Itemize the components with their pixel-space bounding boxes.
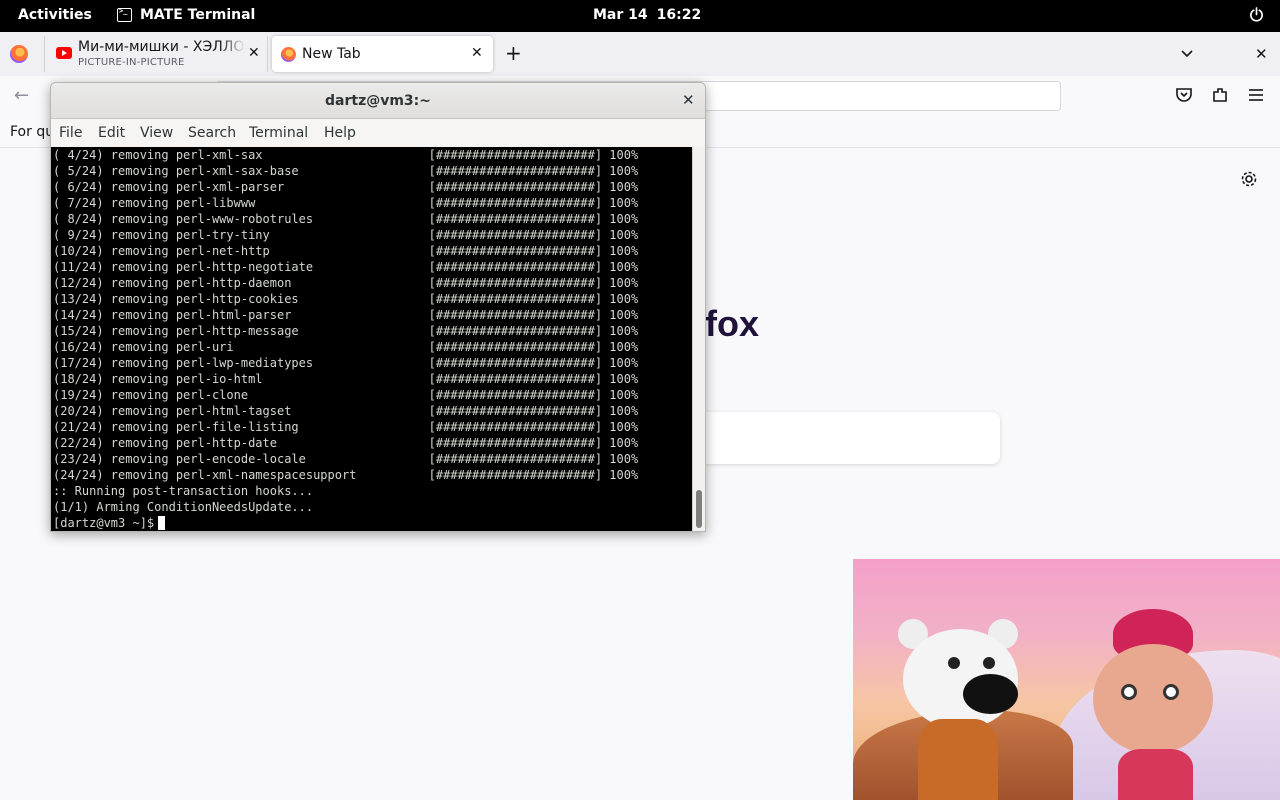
terminal-cursor xyxy=(158,516,166,530)
terminal-line: ( 7/24) removing perl-libwww [##########… xyxy=(53,196,639,210)
tab-new-tab[interactable]: New Tab ✕ xyxy=(272,36,493,72)
tab-close-icon[interactable]: ✕ xyxy=(248,45,260,61)
app-menu-label: MATE Terminal xyxy=(140,7,256,23)
terminal-line: (17/24) removing perl-lwp-mediatypes [##… xyxy=(53,356,639,370)
firefox-view-icon[interactable] xyxy=(10,45,28,63)
terminal-line: (21/24) removing perl-file-listing [####… xyxy=(53,420,639,434)
terminal-line: (24/24) removing perl-xml-namespacesuppo… xyxy=(53,468,639,482)
terminal-line: (10/24) removing perl-net-http [########… xyxy=(53,244,639,258)
pocket-icon[interactable] xyxy=(1175,86,1193,104)
terminal-line: ( 6/24) removing perl-xml-parser [######… xyxy=(53,180,639,194)
menu-search[interactable]: Search xyxy=(188,125,236,141)
terminal-line: (11/24) removing perl-http-negotiate [##… xyxy=(53,260,639,274)
picture-in-picture-video[interactable] xyxy=(853,559,1280,800)
menu-edit[interactable]: Edit xyxy=(98,125,125,141)
terminal-icon xyxy=(117,7,132,22)
browser-tab-bar: Ми-ми-мишки - ХЭЛЛОУ PICTURE-IN-PICTURE … xyxy=(0,32,1280,76)
terminal-line: (15/24) removing perl-http-message [####… xyxy=(53,324,639,338)
window-close-icon[interactable]: ✕ xyxy=(1255,45,1268,63)
new-tab-button[interactable]: + xyxy=(505,43,522,63)
terminal-line: ( 5/24) removing perl-xml-sax-base [####… xyxy=(53,164,639,178)
bookmark-item[interactable]: For qu xyxy=(10,124,54,140)
scrollbar-thumb[interactable] xyxy=(696,490,702,528)
terminal-line: :: Running post-transaction hooks... xyxy=(53,484,314,498)
chevron-down-icon[interactable] xyxy=(1180,46,1194,60)
terminal-line: (12/24) removing perl-http-daemon [#####… xyxy=(53,276,639,290)
terminal-screen[interactable]: ( 4/24) removing perl-xml-sax [#########… xyxy=(51,147,705,531)
terminal-line: (23/24) removing perl-encode-locale [###… xyxy=(53,452,639,466)
youtube-icon xyxy=(56,47,72,59)
terminal-scrollbar[interactable] xyxy=(692,147,705,531)
firefox-wordmark: fox xyxy=(705,303,759,344)
firefox-icon xyxy=(281,47,296,62)
terminal-line: (19/24) removing perl-clone [###########… xyxy=(53,388,639,402)
terminal-line: (14/24) removing perl-html-parser [#####… xyxy=(53,308,639,322)
terminal-title: dartz@vm3:~ xyxy=(325,93,431,109)
activities-button[interactable]: Activities xyxy=(18,7,92,23)
terminal-line: (13/24) removing perl-http-cookies [####… xyxy=(53,292,639,306)
menu-terminal[interactable]: Terminal xyxy=(249,125,308,141)
tab-close-icon[interactable]: ✕ xyxy=(471,45,483,61)
app-menu[interactable]: MATE Terminal xyxy=(117,7,255,23)
terminal-line: (22/24) removing perl-http-date [#######… xyxy=(53,436,639,450)
terminal-line: (20/24) removing perl-html-tagset [#####… xyxy=(53,404,639,418)
terminal-prompt: [dartz@vm3 ~]$ xyxy=(53,516,155,530)
terminal-line: ( 9/24) removing perl-try-tiny [########… xyxy=(53,228,639,242)
terminal-line: (1/1) Arming ConditionNeedsUpdate... xyxy=(53,500,314,514)
tab-youtube[interactable]: Ми-ми-мишки - ХЭЛЛОУ PICTURE-IN-PICTURE … xyxy=(44,36,268,72)
tab-subtitle: PICTURE-IN-PICTURE xyxy=(78,57,185,68)
white-bear-character xyxy=(893,619,1023,800)
menu-file[interactable]: File xyxy=(59,125,82,141)
tab-title: Ми-ми-мишки - ХЭЛЛОУ xyxy=(78,39,245,55)
terminal-output: ( 4/24) removing perl-xml-sax [#########… xyxy=(53,147,638,531)
tab-title: New Tab xyxy=(302,46,361,62)
clock-date: Mar 14 xyxy=(593,7,648,23)
terminal-menubar: File Edit View Search Terminal Help xyxy=(51,120,705,147)
back-arrow-icon[interactable]: ← xyxy=(14,85,29,106)
power-icon[interactable] xyxy=(1249,7,1264,22)
menu-view[interactable]: View xyxy=(140,125,173,141)
hamburger-menu-icon[interactable] xyxy=(1247,86,1265,104)
menu-help[interactable]: Help xyxy=(324,125,356,141)
clock-time: 16:22 xyxy=(656,7,702,23)
terminal-line: (16/24) removing perl-uri [#############… xyxy=(53,340,639,354)
terminal-titlebar[interactable]: dartz@vm3:~ ✕ xyxy=(51,83,705,119)
close-icon[interactable]: ✕ xyxy=(682,91,695,109)
extensions-icon[interactable] xyxy=(1211,86,1229,104)
terminal-line: (18/24) removing perl-io-html [#########… xyxy=(53,372,639,386)
pink-bear-character xyxy=(1083,609,1233,800)
terminal-line: ( 4/24) removing perl-xml-sax [#########… xyxy=(53,148,639,162)
gear-icon[interactable] xyxy=(1240,170,1258,188)
terminal-window[interactable]: dartz@vm3:~ ✕ File Edit View Search Term… xyxy=(50,82,706,532)
top-bar: Activities MATE Terminal Mar 14 16:22 xyxy=(0,0,1280,32)
terminal-line: ( 8/24) removing perl-www-robotrules [##… xyxy=(53,212,639,226)
clock[interactable]: Mar 14 16:22 xyxy=(593,7,701,23)
